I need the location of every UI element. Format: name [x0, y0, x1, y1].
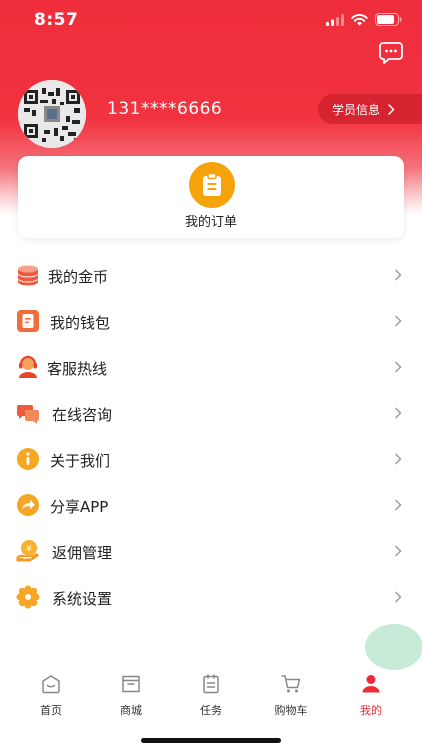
tab-label: 我的 — [360, 704, 382, 717]
menu-label: 返佣管理 — [52, 544, 113, 562]
phone-number: 131****6666 — [107, 99, 223, 119]
svg-text:¥: ¥ — [26, 545, 32, 555]
menu-label: 分享APP — [50, 498, 109, 516]
menu-label: 我的钱包 — [50, 314, 111, 332]
profile-icon — [362, 675, 380, 693]
menu-item-online-consult[interactable]: 在线咨询 — [0, 390, 422, 436]
battery-icon — [375, 13, 402, 26]
floating-action-button[interactable] — [365, 624, 422, 670]
qr-code-avatar-image — [18, 80, 86, 148]
chat-bubble-icon — [379, 42, 403, 64]
chevron-right-icon — [388, 103, 395, 115]
my-orders-card[interactable]: 我的订单 — [18, 156, 404, 238]
menu-label: 关于我们 — [50, 452, 111, 470]
menu-item-about-us[interactable]: 关于我们 — [0, 436, 422, 482]
my-orders-label: 我的订单 — [184, 215, 237, 230]
customer-service-icon — [19, 355, 37, 378]
menu-item-share-app[interactable]: 分享APP — [0, 482, 422, 528]
status-time: 8:57 — [34, 10, 79, 30]
menu-item-rebate[interactable]: ¥ 返佣管理 — [0, 528, 422, 574]
wallet-icon — [17, 310, 39, 332]
menu-item-settings[interactable]: 系统设置 — [0, 574, 422, 620]
message-button[interactable] — [378, 40, 404, 66]
student-info-label: 学员信息 — [332, 102, 381, 117]
share-icon — [17, 494, 39, 516]
settings-icon — [16, 585, 40, 609]
clipboard-icon — [189, 162, 235, 208]
task-icon — [203, 674, 219, 694]
menu-item-wallet[interactable]: 我的钱包 — [0, 298, 422, 344]
tab-label: 购物车 — [274, 704, 308, 717]
chevron-right-icon — [395, 407, 402, 419]
home-icon — [42, 675, 60, 694]
menu-label: 客服热线 — [47, 360, 108, 378]
chevron-right-icon — [395, 269, 402, 281]
tab-home[interactable]: 首页 — [21, 673, 81, 718]
chevron-right-icon — [395, 591, 402, 603]
signal-icon — [326, 13, 344, 26]
menu-label: 在线咨询 — [52, 406, 113, 424]
rebate-icon: ¥ — [16, 540, 39, 562]
chevron-right-icon — [395, 499, 402, 511]
info-icon — [17, 448, 39, 470]
avatar[interactable] — [18, 80, 86, 148]
menu-label: 系统设置 — [52, 590, 113, 608]
menu-item-customer-service[interactable]: 客服热线 — [0, 344, 422, 390]
menu-label: 我的金币 — [48, 268, 109, 286]
menu-item-coins[interactable]: 我的金币 — [0, 252, 422, 298]
tab-label: 任务 — [200, 704, 222, 717]
student-info-button[interactable]: 学员信息 — [318, 94, 422, 124]
home-indicator — [141, 738, 281, 743]
tab-label: 商城 — [120, 704, 142, 717]
chat-bubbles-icon — [16, 405, 39, 424]
cart-icon — [281, 675, 301, 693]
tab-store[interactable]: 商城 — [101, 673, 161, 718]
wifi-icon — [351, 13, 368, 25]
chevron-right-icon — [395, 453, 402, 465]
store-icon — [122, 675, 140, 693]
chevron-right-icon — [395, 315, 402, 327]
tab-label: 首页 — [40, 704, 62, 717]
tab-profile[interactable]: 我的 — [341, 673, 401, 718]
status-bar: 8:57 — [0, 0, 422, 44]
bottom-tab-bar: 首页 商城 任务 购物车 我的 — [0, 665, 422, 725]
tab-task[interactable]: 任务 — [181, 673, 241, 718]
tab-cart[interactable]: 购物车 — [261, 673, 321, 718]
chevron-right-icon — [395, 361, 402, 373]
coins-icon — [18, 265, 38, 286]
chevron-right-icon — [395, 545, 402, 557]
